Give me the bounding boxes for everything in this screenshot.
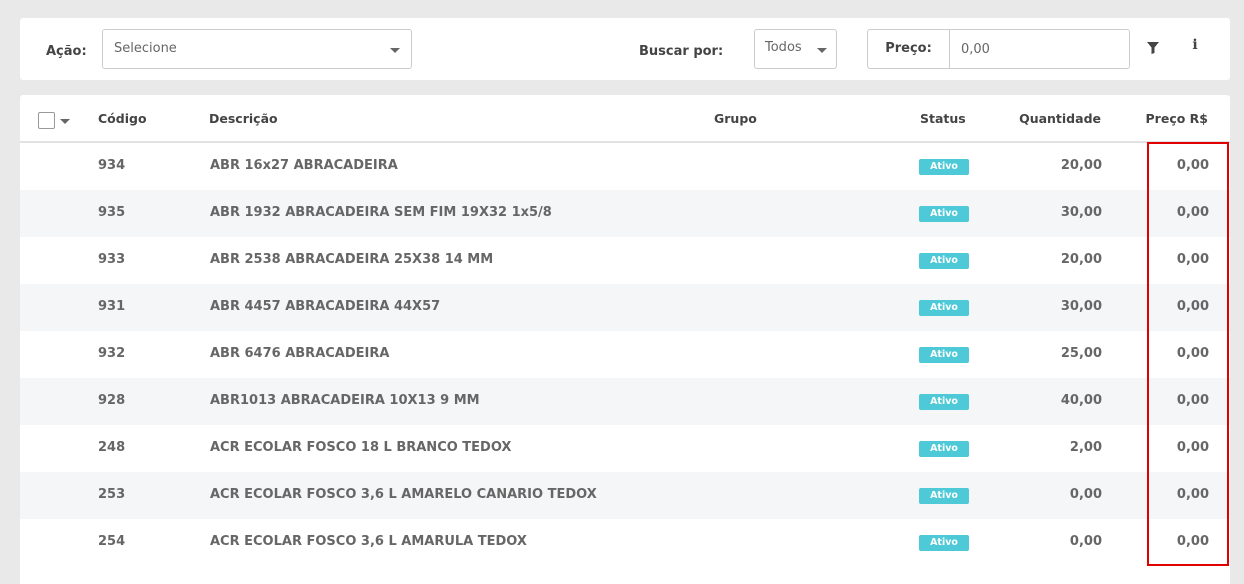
status-badge: Ativo <box>919 535 969 551</box>
cell-quantidade: 2,00 <box>1069 440 1102 455</box>
table-row[interactable]: 935 ABR 1932 ABRACADEIRA SEM FIM 19X32 1… <box>20 190 1230 237</box>
header-codigo[interactable]: Código <box>98 111 147 126</box>
buscar-label: Buscar por: <box>639 44 724 59</box>
cell-preco: 0,00 <box>1176 487 1209 502</box>
cell-quantidade: 40,00 <box>1060 393 1102 408</box>
cell-preco: 0,00 <box>1176 346 1209 361</box>
table-row[interactable]: 253 ACR ECOLAR FOSCO 3,6 L AMARELO CANAR… <box>20 472 1230 519</box>
cell-codigo: 931 <box>98 299 126 314</box>
status-badge: Ativo <box>919 441 969 457</box>
cell-quantidade: 25,00 <box>1060 346 1102 361</box>
header-grupo[interactable]: Grupo <box>714 111 757 126</box>
cell-quantidade: 30,00 <box>1060 205 1102 220</box>
cell-codigo: 253 <box>98 487 126 502</box>
status-badge: Ativo <box>919 300 969 316</box>
chevron-down-icon[interactable] <box>60 119 70 124</box>
cell-descricao: ABR 1932 ABRACADEIRA SEM FIM 19X32 1x5/8 <box>210 205 552 220</box>
cell-codigo: 934 <box>98 158 126 173</box>
preco-input-group: Preço: <box>867 29 1130 69</box>
cell-preco: 0,00 <box>1176 205 1209 220</box>
cell-descricao: ACR ECOLAR FOSCO 18 L BRANCO TEDOX <box>210 440 512 455</box>
table-row[interactable]: 933 ABR 2538 ABRACADEIRA 25X38 14 MM Ati… <box>20 237 1230 284</box>
acao-select-value: Selecione <box>114 41 177 56</box>
cell-descricao: ACR ECOLAR FOSCO 3,6 L AMARELO CANARIO T… <box>210 487 597 502</box>
cell-preco: 0,00 <box>1176 252 1209 267</box>
preco-input[interactable] <box>951 30 1129 68</box>
status-badge: Ativo <box>919 347 969 363</box>
cell-descricao: ABR 4457 ABRACADEIRA 44X57 <box>210 299 441 314</box>
table-row[interactable]: 931 ABR 4457 ABRACADEIRA 44X57 Ativo 30,… <box>20 284 1230 331</box>
status-badge: Ativo <box>919 206 969 222</box>
table-header: Código Descrição Grupo Status Quantidade… <box>20 95 1230 143</box>
cell-descricao: ABR 6476 ABRACADEIRA <box>210 346 390 361</box>
header-status[interactable]: Status <box>920 111 966 126</box>
header-preco[interactable]: Preço R$ <box>1146 111 1208 126</box>
cell-descricao: ABR1013 ABRACADEIRA 10X13 9 MM <box>210 393 480 408</box>
chevron-down-icon <box>390 48 400 53</box>
acao-select[interactable]: Selecione <box>102 29 412 69</box>
cell-descricao: ACR ECOLAR FOSCO 3,6 L AMARULA TEDOX <box>210 534 527 549</box>
table-row[interactable]: 928 ABR1013 ABRACADEIRA 10X13 9 MM Ativo… <box>20 378 1230 425</box>
cell-quantidade: 20,00 <box>1060 158 1102 173</box>
cell-descricao: ABR 2538 ABRACADEIRA 25X38 14 MM <box>210 252 494 267</box>
cell-quantidade: 20,00 <box>1060 252 1102 267</box>
status-badge: Ativo <box>919 159 969 175</box>
cell-codigo: 248 <box>98 440 126 455</box>
cell-preco: 0,00 <box>1176 534 1209 549</box>
select-all-checkbox[interactable] <box>38 112 55 129</box>
cell-codigo: 928 <box>98 393 126 408</box>
chevron-down-icon <box>817 48 827 53</box>
table-row[interactable]: 932 ABR 6476 ABRACADEIRA Ativo 25,00 0,0… <box>20 331 1230 378</box>
cell-codigo: 254 <box>98 534 126 549</box>
table-row[interactable]: 254 ACR ECOLAR FOSCO 3,6 L AMARULA TEDOX… <box>20 519 1230 566</box>
cell-quantidade: 0,00 <box>1069 487 1102 502</box>
buscar-por-select[interactable]: Todos <box>754 29 837 69</box>
cell-preco: 0,00 <box>1176 393 1209 408</box>
table-row[interactable]: 248 ACR ECOLAR FOSCO 18 L BRANCO TEDOX A… <box>20 425 1230 472</box>
cell-descricao: ABR 16x27 ABRACADEIRA <box>210 158 398 173</box>
cell-quantidade: 0,00 <box>1069 534 1102 549</box>
cell-codigo: 933 <box>98 252 126 267</box>
cell-codigo: 932 <box>98 346 126 361</box>
cell-codigo: 935 <box>98 205 126 220</box>
filter-icon[interactable] <box>1147 42 1159 54</box>
cell-preco: 0,00 <box>1176 158 1209 173</box>
status-badge: Ativo <box>919 253 969 269</box>
products-table: Código Descrição Grupo Status Quantidade… <box>20 95 1230 584</box>
info-icon[interactable]: i <box>1188 37 1202 57</box>
cell-quantidade: 30,00 <box>1060 299 1102 314</box>
status-badge: Ativo <box>919 394 969 410</box>
toolbar: Ação: Selecione Buscar por: Todos Preço:… <box>20 18 1230 80</box>
header-descricao[interactable]: Descrição <box>209 111 278 126</box>
cell-preco: 0,00 <box>1176 299 1209 314</box>
preco-label: Preço: <box>868 30 950 68</box>
header-quantidade[interactable]: Quantidade <box>1019 111 1101 126</box>
buscar-por-value: Todos <box>765 40 802 55</box>
cell-preco: 0,00 <box>1176 440 1209 455</box>
status-badge: Ativo <box>919 488 969 504</box>
table-row[interactable]: 934 ABR 16x27 ABRACADEIRA Ativo 20,00 0,… <box>20 143 1230 190</box>
acao-label: Ação: <box>46 44 87 59</box>
